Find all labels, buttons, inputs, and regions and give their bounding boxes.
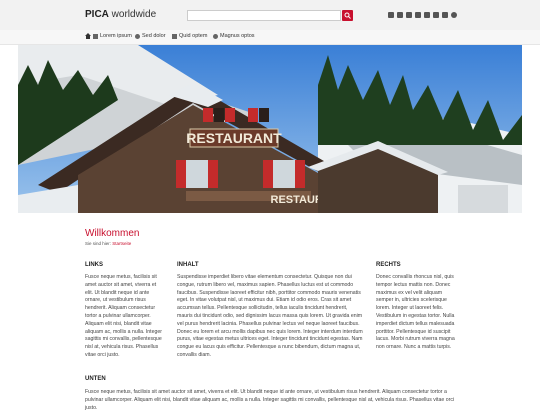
nav-item-quid-optem[interactable]: Quid optem [172, 33, 207, 39]
home-icon [85, 33, 91, 39]
hero-image: RESTAURANT RESTAURANT [18, 45, 522, 213]
rechts-text: Donec convallis rhoncus nisl, quis tempo… [376, 274, 455, 351]
main-nav: Lorem ipsum Sed dolor Quid optem Magnus … [0, 30, 540, 45]
page-title: Willkommen [85, 228, 140, 239]
nav-item-magnus-optos[interactable]: Magnus optos [213, 33, 255, 39]
pinterest-icon[interactable] [451, 12, 457, 18]
linkedin-icon[interactable] [424, 12, 430, 18]
breadcrumb-link-home[interactable]: Startseite [112, 241, 131, 246]
nav-item-lorem-ipsum[interactable]: Lorem ipsum [93, 33, 132, 39]
search-icon [344, 12, 351, 19]
bookmark-icon [93, 33, 98, 39]
bookmark-icon [172, 33, 177, 39]
mail-icon[interactable] [388, 12, 394, 18]
nav-home[interactable] [85, 33, 91, 39]
gear-icon [135, 33, 140, 39]
site-logo[interactable]: PICA worldwide [85, 9, 156, 20]
rechts-heading: RECHTS [376, 262, 401, 268]
top-bar: PICA worldwide [0, 0, 540, 30]
google-plus-icon[interactable] [415, 12, 421, 18]
links-heading: LINKS [85, 262, 103, 268]
inhalt-text: Suspendisse imperdiet libero vitae eleme… [177, 274, 363, 358]
facebook-icon[interactable] [397, 12, 403, 18]
search-input[interactable] [187, 10, 341, 21]
xing-icon[interactable] [433, 12, 439, 18]
circle-icon [213, 33, 218, 39]
social-links [388, 12, 457, 18]
inhalt-heading: INHALT [177, 262, 199, 268]
search-button[interactable] [342, 10, 353, 21]
links-text: Fusce neque metus, facilisis sit amet au… [85, 274, 162, 358]
nav-item-sed-dolor[interactable]: Sed dolor [135, 33, 166, 39]
breadcrumb: Sie sind hier: Startseite [85, 241, 132, 246]
hero-sign-text: RESTAURANT [186, 130, 282, 146]
unten-heading: UNTEN [85, 376, 106, 382]
unten-text: Fusce neque metus, facilisis sit amet au… [85, 389, 455, 411]
twitter-icon[interactable] [406, 12, 412, 18]
instagram-icon[interactable] [442, 12, 448, 18]
